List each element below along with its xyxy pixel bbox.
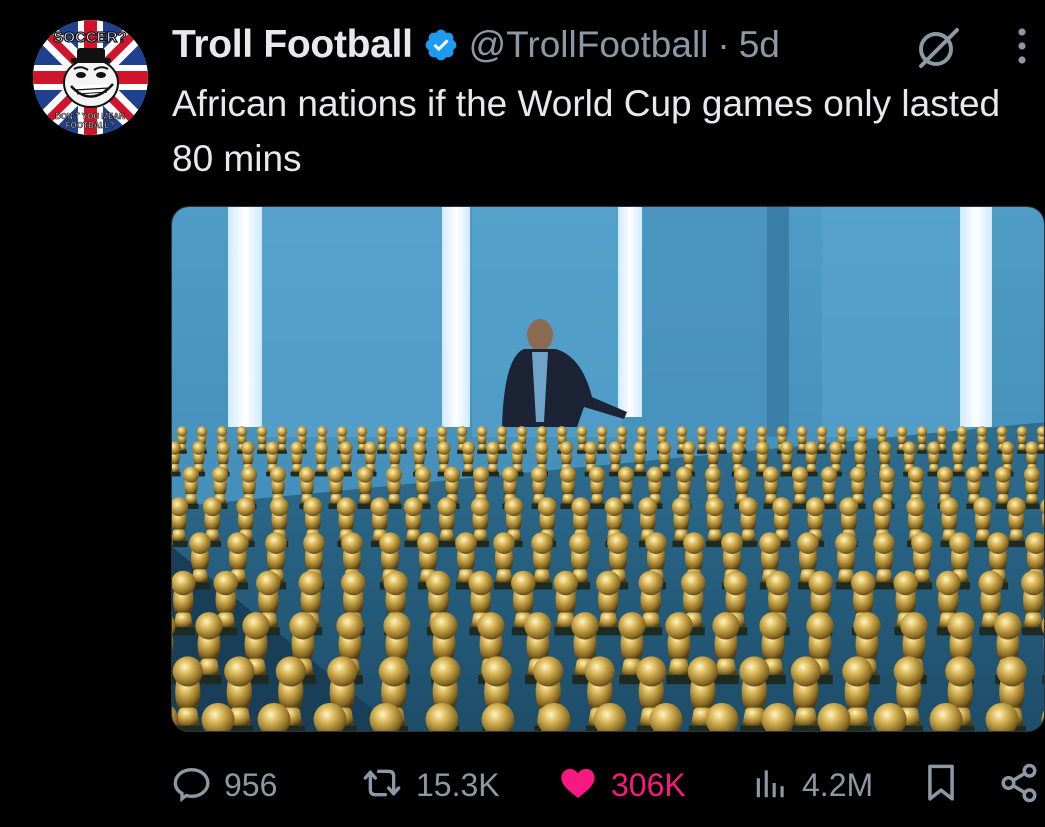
share-icon [998,761,1040,810]
separator-dot: · [717,24,730,65]
verified-badge-icon[interactable] [423,27,459,63]
display-name[interactable]: Troll Football [172,23,413,67]
avatar[interactable]: SOCCER? DON'T YOU MEAN FOOTBALL? [33,20,148,135]
tweet-text: African nations if the World Cup games o… [172,83,1001,179]
reply-count: 956 [224,766,278,803]
like-button[interactable]: 306K [557,755,686,815]
heart-icon [557,763,599,808]
tweet-action-bar: 956 15.3K 306K 4.2M [0,755,1045,815]
reply-icon [172,763,212,808]
handle[interactable]: @TrollFootball [469,24,709,66]
share-button[interactable] [998,755,1040,815]
repost-count: 15.3K [416,766,500,803]
tweet-card[interactable]: SOCCER? DON'T YOU MEAN FOOTBALL? Troll F… [0,0,1045,827]
repost-icon [360,763,404,808]
views-count: 4.2M [802,766,874,803]
avatar-bottom-text-1: DON'T YOU MEAN [55,112,125,121]
bookmark-button[interactable] [922,755,960,815]
tweet-header: Troll Football @TrollFootball · 5d [172,20,780,70]
views-button[interactable]: 4.2M [752,755,873,815]
world-cup-trophies-photo [172,207,1044,731]
union-jack-troll-avatar-image: SOCCER? DON'T YOU MEAN FOOTBALL? [33,20,148,135]
reply-button[interactable]: 956 [172,755,277,815]
grok-icon[interactable] [915,24,961,70]
like-count: 306K [611,766,686,803]
views-chart-icon [752,763,790,808]
bookmark-icon [922,761,960,810]
avatar-bottom-text-2: FOOTBALL? [66,121,115,130]
timestamp[interactable]: 5d [739,24,780,66]
avatar-top-text: SOCCER? [53,29,126,46]
more-vertical-icon[interactable] [1005,24,1039,68]
repost-button[interactable]: 15.3K [360,755,500,815]
tweet-media-photo[interactable] [171,206,1045,732]
